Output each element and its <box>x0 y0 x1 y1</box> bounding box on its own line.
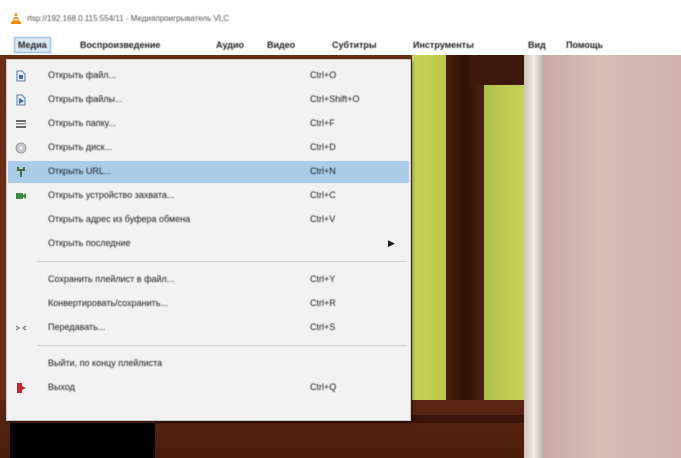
menu-item-shortcut: Ctrl+O <box>310 70 337 80</box>
files-icon <box>16 94 26 106</box>
menu-separator <box>37 261 407 262</box>
menu-playback[interactable]: Воспроизведение <box>80 37 160 53</box>
network-icon <box>17 167 25 177</box>
menu-item-open-url[interactable]: Открыть URL... Ctrl+N <box>8 161 409 183</box>
menu-item-shortcut: Ctrl+F <box>310 118 335 128</box>
video-yellow-panel-left <box>412 55 446 400</box>
menu-item-save-playlist[interactable]: Сохранить плейлист в файл... Ctrl+Y <box>8 269 409 291</box>
menu-item-shortcut: Ctrl+D <box>310 142 336 152</box>
menu-item-shortcut: Ctrl+Shift+O <box>310 94 360 104</box>
title-bar: rtsp://192.168.0.115:554/11 - Медиапроиг… <box>0 0 681 33</box>
disc-icon <box>15 142 27 154</box>
menu-item-stream[interactable]: Передавать... Ctrl+S <box>8 317 409 339</box>
menu-view[interactable]: Вид <box>528 37 546 53</box>
menu-item-open-recent[interactable]: Открыть последние ▶ <box>8 233 409 255</box>
file-icon <box>16 70 26 82</box>
menu-item-shortcut: Ctrl+C <box>310 190 336 200</box>
media-menu-dropdown: Открыть файл... Ctrl+O Открыть файлы... … <box>6 59 411 421</box>
folder-icon <box>16 120 26 128</box>
window-title: rtsp://192.168.0.115:554/11 - Медиапроиг… <box>27 14 230 23</box>
menu-item-quit[interactable]: Выход Ctrl+Q <box>8 377 409 399</box>
menu-item-label: Открыть адрес из буфера обмена <box>48 214 191 224</box>
menubar: Медиа Воспроизведение Аудио Видео Субтит… <box>0 33 681 55</box>
menu-item-label: Открыть файлы... <box>48 94 123 104</box>
menu-item-label: Открыть устройство захвата... <box>48 190 175 200</box>
menu-tools[interactable]: Инструменты <box>413 37 474 53</box>
menu-item-open-clipboard[interactable]: Открыть адрес из буфера обмена Ctrl+V <box>8 209 409 231</box>
menu-item-label: Открыть последние <box>48 238 131 248</box>
menu-item-label: Открыть URL... <box>48 166 112 176</box>
menu-item-shortcut: Ctrl+Y <box>310 274 336 284</box>
menu-item-open-file[interactable]: Открыть файл... Ctrl+O <box>8 65 409 87</box>
menu-item-shortcut: Ctrl+V <box>310 214 336 224</box>
menu-item-open-files[interactable]: Открыть файлы... Ctrl+Shift+O <box>8 89 409 111</box>
menu-item-label: Сохранить плейлист в файл... <box>48 274 175 284</box>
video-yellow-panel-right <box>484 80 524 400</box>
menu-subtitles[interactable]: Субтитры <box>332 37 377 53</box>
menu-item-label: Конвертировать/сохранить... <box>48 298 168 308</box>
menu-item-quit-end-playlist[interactable]: Выйти, по концу плейлиста <box>8 353 409 375</box>
menu-item-label: Передавать... <box>48 322 106 332</box>
menu-separator <box>37 345 407 346</box>
menu-item-shortcut: Ctrl+Q <box>310 382 337 392</box>
menu-video[interactable]: Видео <box>267 37 295 53</box>
menu-item-open-folder[interactable]: Открыть папку... Ctrl+F <box>8 113 409 135</box>
capture-icon <box>16 193 26 199</box>
vlc-cone-icon <box>11 12 21 24</box>
menu-item-label: Открыть диск... <box>48 142 113 152</box>
video-black-area <box>10 423 155 458</box>
menu-item-shortcut: Ctrl+N <box>310 166 336 176</box>
menu-item-open-disc[interactable]: Открыть диск... Ctrl+D <box>8 137 409 159</box>
menu-media[interactable]: Медиа <box>14 37 51 53</box>
quit-icon <box>17 383 26 393</box>
submenu-arrow-icon: ▶ <box>388 238 395 248</box>
menu-item-label: Выйти, по концу плейлиста <box>48 358 163 368</box>
menu-item-label: Открыть папку... <box>48 118 116 128</box>
menu-item-shortcut: Ctrl+S <box>310 322 336 332</box>
stream-icon <box>15 325 27 331</box>
video-door-frame <box>446 55 484 458</box>
menu-item-shortcut: Ctrl+R <box>310 298 336 308</box>
menu-item-open-capture-device[interactable]: Открыть устройство захвата... Ctrl+C <box>8 185 409 207</box>
menu-item-label: Выход <box>48 382 75 392</box>
menu-help[interactable]: Помощь <box>566 37 603 53</box>
menu-item-label: Открыть файл... <box>48 70 117 80</box>
video-wall <box>544 55 681 458</box>
menu-item-convert-save[interactable]: Конвертировать/сохранить... Ctrl+R <box>8 293 409 315</box>
menu-audio[interactable]: Аудио <box>216 37 244 53</box>
video-door-edge <box>524 55 544 458</box>
